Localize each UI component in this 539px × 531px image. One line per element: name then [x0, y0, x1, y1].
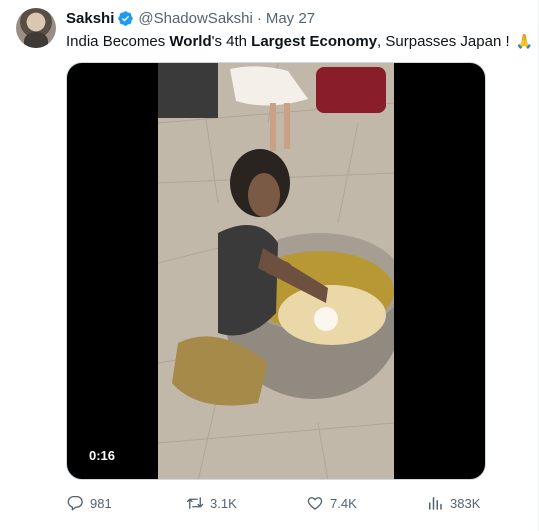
tweet-header: Sakshi @ShadowSakshi · May 27: [66, 8, 315, 28]
text-bold-part: Largest Economy: [251, 33, 378, 50]
folded-hands-emoji: 🙏: [515, 33, 534, 49]
author-handle[interactable]: @ShadowSakshi: [138, 10, 252, 27]
text-part: , Surpasses Japan !: [377, 33, 514, 50]
views-button[interactable]: 383K: [426, 494, 486, 512]
like-button[interactable]: 7.4K: [306, 494, 366, 512]
separator-dot: ·: [256, 9, 262, 27]
like-count: 7.4K: [330, 495, 357, 511]
video-duration: 0:16: [83, 446, 122, 465]
action-bar: 981 3.1K 7.4K 383K: [66, 492, 486, 514]
reply-count: 981: [90, 495, 112, 511]
text-bold-part: World: [169, 33, 212, 50]
reply-icon: [67, 495, 83, 511]
reply-button[interactable]: 981: [66, 494, 126, 512]
repost-button[interactable]: 3.1K: [186, 494, 246, 512]
verified-badge-icon: [117, 10, 134, 27]
repost-icon: [186, 497, 204, 509]
text-part: India Becomes: [66, 33, 170, 50]
video-still-image: [158, 63, 394, 479]
video-player[interactable]: 0:16: [66, 62, 486, 480]
tweet-date[interactable]: May 27: [266, 10, 315, 27]
text-part: 's 4th: [211, 33, 252, 50]
video-frame: [158, 63, 394, 479]
author-name[interactable]: Sakshi: [66, 10, 114, 27]
views-icon: [429, 497, 442, 510]
repost-count: 3.1K: [210, 495, 237, 511]
tweet-text: India Becomes World's 4th Largest Econom…: [66, 31, 533, 52]
like-icon: [307, 497, 323, 510]
avatar[interactable]: [16, 8, 56, 48]
views-count: 383K: [450, 495, 481, 511]
tweet: Sakshi @ShadowSakshi · May 27 India Beco…: [0, 0, 539, 531]
